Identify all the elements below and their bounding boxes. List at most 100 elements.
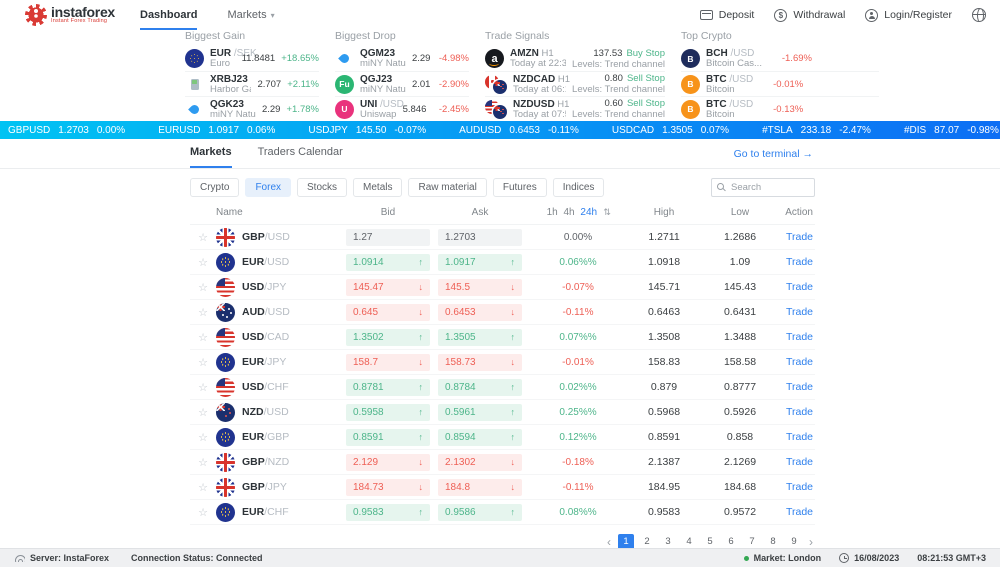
category-indices[interactable]: Indices <box>553 178 605 197</box>
trade-link[interactable]: Trade <box>778 481 815 493</box>
bid-price-box[interactable]: 1.3502↑ <box>346 329 430 346</box>
bid-price-box[interactable]: 145.47↓ <box>346 279 430 296</box>
category-raw-material[interactable]: Raw material <box>408 178 486 197</box>
ask-price-box[interactable]: 0.6453↓ <box>438 304 522 321</box>
ticker-item[interactable]: #DIS87.07-0.98% <box>904 125 999 136</box>
category-futures[interactable]: Futures <box>493 178 547 197</box>
favorite-star-icon[interactable]: ☆ <box>190 456 216 469</box>
panel-item[interactable]: NZDUSD H1Today at 07:530.60Sell StopLeve… <box>485 96 665 121</box>
instrument-cell[interactable]: GBP/USD <box>216 228 346 247</box>
instrument-cell[interactable]: USD/CAD <box>216 328 346 347</box>
ticker-item[interactable]: USDCAD1.35050.07% <box>612 125 729 136</box>
favorite-star-icon[interactable]: ☆ <box>190 506 216 519</box>
favorite-star-icon[interactable]: ☆ <box>190 306 216 319</box>
bid-price-box[interactable]: 0.645↓ <box>346 304 430 321</box>
ask-price-box[interactable]: 0.9586↑ <box>438 504 522 521</box>
instrument-cell[interactable]: EUR/CHF <box>216 503 346 522</box>
nav-item-dashboard[interactable]: Dashboard <box>140 0 197 30</box>
ticker-item[interactable]: GBPUSD1.27030.00% <box>8 125 125 136</box>
trade-link[interactable]: Trade <box>778 406 815 418</box>
ask-price-box[interactable]: 0.8784↑ <box>438 379 522 396</box>
ask-price-box[interactable]: 1.2703 <box>438 229 522 246</box>
panel-item[interactable]: BBTC /USDBitcoin-0.13% <box>681 96 879 121</box>
panel-item[interactable]: EUR /SEKEuro11.8481+18.65% <box>185 46 319 71</box>
panel-item[interactable]: FuQGJ23miNY Natura...2.01-2.90% <box>335 71 469 96</box>
ask-price-box[interactable]: 145.5↓ <box>438 279 522 296</box>
bid-price-box[interactable]: 0.8591↑ <box>346 429 430 446</box>
instrument-cell[interactable]: USD/CHF <box>216 378 346 397</box>
instrument-cell[interactable]: GBP/JPY <box>216 478 346 497</box>
category-stocks[interactable]: Stocks <box>297 178 347 197</box>
instrument-cell[interactable]: USD/JPY <box>216 278 346 297</box>
language-globe-icon[interactable] <box>972 8 986 22</box>
col-header-change[interactable]: 1h 4h 24h ⇅ <box>530 207 626 218</box>
category-forex[interactable]: Forex <box>245 178 291 197</box>
ask-price-box[interactable]: 1.3505↑ <box>438 329 522 346</box>
trade-link[interactable]: Trade <box>778 281 815 293</box>
ask-price-box[interactable]: 2.1302↓ <box>438 454 522 471</box>
ticker-item[interactable]: USDJPY145.50-0.07% <box>308 125 426 136</box>
page-next-button[interactable]: › <box>807 535 815 549</box>
tab-traders-calendar[interactable]: Traders Calendar <box>258 146 343 168</box>
bid-price-box[interactable]: 1.27 <box>346 229 430 246</box>
ticker-item[interactable]: EURUSD1.09170.06% <box>158 125 275 136</box>
go-to-terminal-link[interactable]: Go to terminal → <box>734 148 813 168</box>
category-metals[interactable]: Metals <box>353 178 402 197</box>
favorite-star-icon[interactable]: ☆ <box>190 231 216 244</box>
instrument-cell[interactable]: EUR/GBP <box>216 428 346 447</box>
bid-price-box[interactable]: 0.9583↑ <box>346 504 430 521</box>
panel-item[interactable]: XRBJ23Harbor Gaso...2.707+2.11% <box>185 71 319 96</box>
instrument-cell[interactable]: NZD/USD <box>216 403 346 422</box>
bid-price-box[interactable]: 2.129↓ <box>346 454 430 471</box>
favorite-star-icon[interactable]: ☆ <box>190 381 216 394</box>
instrument-cell[interactable]: EUR/USD <box>216 253 346 272</box>
interval-1h[interactable]: 1h <box>547 207 558 218</box>
instrument-cell[interactable]: AUD/USD <box>216 303 346 322</box>
bid-price-box[interactable]: 1.0914↑ <box>346 254 430 271</box>
ask-price-box[interactable]: 158.73↓ <box>438 354 522 371</box>
ask-price-box[interactable]: 1.0917↑ <box>438 254 522 271</box>
panel-item[interactable]: QGM23miNY Natura...2.29-4.98% <box>335 46 469 71</box>
panel-item[interactable]: QGK23miNY Natura...2.29+1.78% <box>185 96 319 121</box>
favorite-star-icon[interactable]: ☆ <box>190 431 216 444</box>
favorite-star-icon[interactable]: ☆ <box>190 481 216 494</box>
nav-item-markets[interactable]: Markets▾ <box>227 0 274 30</box>
instrument-cell[interactable]: GBP/NZD <box>216 453 346 472</box>
ask-price-box[interactable]: 0.8594↑ <box>438 429 522 446</box>
favorite-star-icon[interactable]: ☆ <box>190 256 216 269</box>
category-crypto[interactable]: Crypto <box>190 178 239 197</box>
panel-item[interactable]: NZDCAD H1Today at 06:190.80Sell StopLeve… <box>485 71 665 96</box>
interval-24h[interactable]: 24h <box>580 207 597 218</box>
login-register-button[interactable]: Login/Register <box>865 9 952 22</box>
favorite-star-icon[interactable]: ☆ <box>190 281 216 294</box>
favorite-star-icon[interactable]: ☆ <box>190 406 216 419</box>
page-prev-button[interactable]: ‹ <box>605 535 613 549</box>
instrument-cell[interactable]: EUR/JPY <box>216 353 346 372</box>
ask-price-box[interactable]: 184.8↓ <box>438 479 522 496</box>
interval-4h[interactable]: 4h <box>563 207 574 218</box>
deposit-button[interactable]: Deposit <box>700 9 755 21</box>
trade-link[interactable]: Trade <box>778 506 815 518</box>
bid-price-box[interactable]: 0.8781↑ <box>346 379 430 396</box>
trade-link[interactable]: Trade <box>778 306 815 318</box>
bid-price-box[interactable]: 158.7↓ <box>346 354 430 371</box>
trade-link[interactable]: Trade <box>778 456 815 468</box>
panel-item[interactable]: aAMZN H1Today at 22:30137.53Buy StopLeve… <box>485 46 665 71</box>
favorite-star-icon[interactable]: ☆ <box>190 356 216 369</box>
bid-price-box[interactable]: 184.73↓ <box>346 479 430 496</box>
panel-item[interactable]: UUNI /USDUniswap5.846-2.45% <box>335 96 469 121</box>
ticker-item[interactable]: #TSLA233.18-2.47% <box>762 125 871 136</box>
trade-link[interactable]: Trade <box>778 331 815 343</box>
ask-price-box[interactable]: 0.5961↑ <box>438 404 522 421</box>
sort-icon[interactable]: ⇅ <box>603 207 611 217</box>
tab-markets[interactable]: Markets <box>190 146 232 168</box>
panel-item[interactable]: BBTC /USDBitcoin-0.01% <box>681 71 879 96</box>
trade-link[interactable]: Trade <box>778 356 815 368</box>
trade-link[interactable]: Trade <box>778 381 815 393</box>
panel-item[interactable]: BBCH /USDBitcoin Cas...-1.69% <box>681 46 879 71</box>
trade-link[interactable]: Trade <box>778 256 815 268</box>
search-input[interactable] <box>711 178 815 197</box>
bid-price-box[interactable]: 0.5958↑ <box>346 404 430 421</box>
logo[interactable]: instaforex Instant Forex Trading <box>25 4 115 26</box>
withdrawal-button[interactable]: $Withdrawal <box>774 9 845 22</box>
